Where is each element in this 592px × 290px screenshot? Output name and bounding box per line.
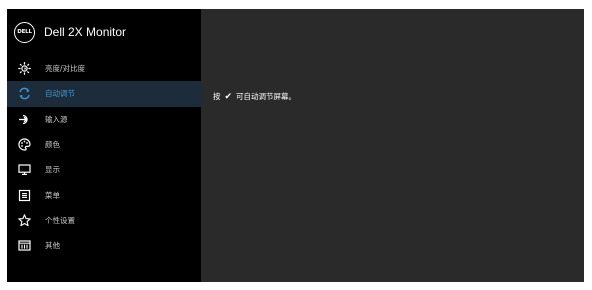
osd-window: DELL Dell 2X Monitor 亮度/对比度 自动调节 输入源 颜色 … <box>7 9 584 282</box>
menu-label-menu: 菜单 <box>45 190 60 200</box>
sidebar: DELL Dell 2X Monitor 亮度/对比度 自动调节 输入源 颜色 … <box>7 9 201 282</box>
menu-item-input-source[interactable]: 输入源 <box>7 107 201 132</box>
display-icon <box>17 163 31 177</box>
dell-logo: DELL <box>14 21 35 43</box>
menu-label-brightness-contrast: 亮度/对比度 <box>45 64 86 74</box>
menu-label-others: 其他 <box>45 241 60 251</box>
other-icon <box>17 239 31 253</box>
menu-item-personalize[interactable]: 个性设置 <box>7 208 201 233</box>
menu-item-display[interactable]: 显示 <box>7 157 201 182</box>
menu-item-others[interactable]: 其他 <box>7 233 201 258</box>
content-panel: 按 ✔ 可自动调节屏幕。 <box>201 9 584 282</box>
auto-adjust-hint: 按 ✔ 可自动调节屏幕。 <box>213 91 296 102</box>
menu-item-menu[interactable]: 菜单 <box>7 182 201 207</box>
header: DELL Dell 2X Monitor <box>7 9 201 55</box>
menu-label-color: 颜色 <box>45 140 60 150</box>
input-source-icon <box>17 112 31 126</box>
main-menu: 亮度/对比度 自动调节 输入源 颜色 显示 菜单 个性设置 其他 <box>7 56 201 258</box>
menu-item-brightness-contrast[interactable]: 亮度/对比度 <box>7 56 201 81</box>
menu-item-auto-adjust[interactable]: 自动调节 <box>7 81 201 107</box>
menu-label-personalize: 个性设置 <box>45 215 75 225</box>
monitor-title: Dell 2X Monitor <box>44 25 127 39</box>
menu-item-color[interactable]: 颜色 <box>7 132 201 157</box>
menu-label-input-source: 输入源 <box>45 114 68 124</box>
brightness-icon <box>17 62 31 76</box>
menu-label-display: 显示 <box>45 165 60 175</box>
auto-adjust-icon <box>17 87 31 101</box>
color-palette-icon <box>17 138 31 152</box>
menu-label-auto-adjust: 自动调节 <box>45 89 75 99</box>
hint-suffix: 可自动调节屏幕。 <box>236 92 297 101</box>
check-icon: ✔ <box>224 91 233 102</box>
star-icon <box>17 213 31 227</box>
menu-icon <box>17 188 31 202</box>
hint-prefix: 按 <box>213 92 221 101</box>
